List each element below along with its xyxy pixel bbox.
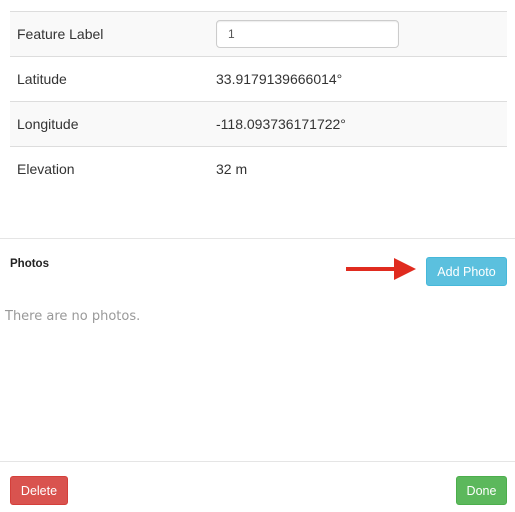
elevation-label: Elevation: [17, 161, 75, 177]
add-photo-button[interactable]: Add Photo: [426, 257, 507, 286]
done-button[interactable]: Done: [456, 476, 507, 505]
feature-label-row: Feature Label: [10, 12, 507, 57]
feature-label-label: Feature Label: [17, 26, 104, 42]
photos-heading: Photos: [10, 258, 49, 270]
longitude-row: Longitude -118.093736171722°: [10, 102, 507, 147]
latitude-value: 33.9179139666014°: [216, 71, 343, 87]
longitude-value: -118.093736171722°: [216, 116, 346, 132]
latitude-row: Latitude 33.9179139666014°: [10, 57, 507, 102]
elevation-row: Elevation 32 m: [10, 147, 507, 191]
latitude-label: Latitude: [17, 71, 67, 87]
no-photos-message: There are no photos.: [5, 309, 141, 324]
delete-button[interactable]: Delete: [10, 476, 68, 505]
feature-label-input[interactable]: [216, 20, 399, 48]
section-divider: [0, 238, 515, 239]
elevation-value: 32 m: [216, 161, 248, 177]
longitude-label: Longitude: [17, 116, 79, 132]
footer-divider: [0, 461, 515, 462]
feature-details-table: Feature Label Latitude 33.9179139666014°…: [10, 11, 507, 191]
red-arrow-icon: [346, 258, 416, 280]
